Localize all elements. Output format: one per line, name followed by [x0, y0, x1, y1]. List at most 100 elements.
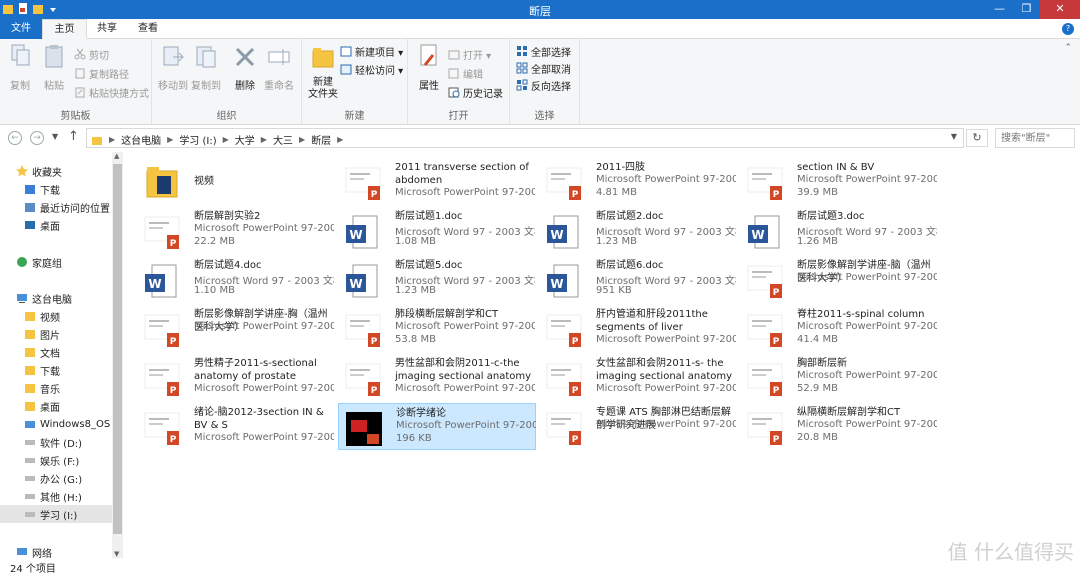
copy-path-icon: [75, 68, 85, 79]
forward-button[interactable]: →: [30, 131, 44, 145]
nav-pictures[interactable]: 图片: [24, 325, 60, 343]
crumb-drive[interactable]: 学习 (I:): [179, 132, 216, 147]
paste-shortcut-button[interactable]: 粘贴快捷方式: [74, 84, 149, 100]
file-item[interactable]: P 胸部断层新Microsoft PowerPoint 97-2003... 52.…: [740, 354, 938, 401]
cut-button[interactable]: 剪切: [74, 46, 109, 62]
nav-favorites[interactable]: 收藏夹: [16, 162, 62, 180]
scroll-up-icon[interactable]: ▲: [114, 152, 119, 160]
tab-home[interactable]: 主页: [42, 19, 87, 39]
copy-to-button[interactable]: 复制到: [190, 43, 222, 92]
new-folder-button[interactable]: 新建 文件夹: [306, 43, 340, 101]
file-item[interactable]: W 断层试题3.doc Microsoft Word 97 - 2003 文档 1.2…: [740, 207, 938, 254]
svg-text:W: W: [148, 277, 161, 291]
delete-button[interactable]: 删除: [230, 43, 260, 92]
crumb-university[interactable]: 大学: [235, 132, 255, 147]
help-icon[interactable]: ?: [1062, 23, 1074, 35]
collapse-ribbon-icon[interactable]: ⌃: [1064, 43, 1072, 53]
nav-drive-d[interactable]: 软件 (D:): [24, 433, 82, 451]
crumb-current[interactable]: 断层: [311, 132, 331, 147]
file-item[interactable]: P 断层解剖实验2Microsoft PowerPoint 97-2003... 2…: [137, 207, 335, 254]
file-item[interactable]: P 男性精子2011-s-sectional anatomy of prostat…: [137, 354, 335, 401]
search-input[interactable]: [995, 128, 1075, 148]
new-item-button[interactable]: 新建项目 ▾: [340, 43, 403, 59]
nav-this-pc[interactable]: 这台电脑: [16, 289, 72, 307]
nav-drive-g[interactable]: 办公 (G:): [24, 469, 82, 487]
file-item[interactable]: P 绪论-脑2012-3section IN & BV & S Microsoft …: [137, 403, 335, 450]
file-item[interactable]: P 脊柱2011-s-spinal column Microsoft PowerPo…: [740, 305, 938, 352]
nav-this-pc-label: 这台电脑: [32, 294, 72, 306]
edit-button[interactable]: 编辑: [448, 65, 483, 81]
history-button[interactable]: 历史记录: [448, 84, 503, 100]
close-button[interactable]: ✕: [1040, 0, 1080, 19]
up-button[interactable]: ↑: [68, 129, 79, 144]
file-item[interactable]: P 肺段横断层解剖学和CTMicrosoft PowerPoint 97-2003…: [338, 305, 536, 352]
nav-downloads[interactable]: 下载: [24, 180, 60, 198]
nav-drive-c[interactable]: Windows8_OS (: [24, 415, 117, 433]
refresh-button[interactable]: ↻: [966, 129, 988, 147]
file-item[interactable]: W 断层试题6.doc Microsoft Word 97 - 2003 文档 951…: [539, 256, 737, 303]
nav-recent-places[interactable]: 最近访问的位置: [24, 198, 110, 216]
maximize-button[interactable]: ❐: [1013, 0, 1040, 19]
minimize-button[interactable]: —: [986, 0, 1013, 19]
nav-drive-c-label: Windows8_OS (: [40, 418, 118, 430]
tab-file[interactable]: 文件: [0, 19, 42, 39]
paste-button[interactable]: 粘贴: [40, 43, 68, 92]
open-button[interactable]: 打开 ▾: [448, 46, 491, 62]
breadcrumb[interactable]: ▶ 这台电脑 ▶ 学习 (I:) ▶ 大学 ▶ 大三 ▶ 断层 ▶ ▼: [86, 128, 964, 148]
select-all-button[interactable]: 全部选择: [516, 43, 571, 59]
move-to-button[interactable]: 移动到: [157, 43, 189, 92]
svg-text:W: W: [349, 228, 362, 242]
file-size: 4.81 MB: [596, 187, 637, 198]
file-item[interactable]: P 断层影像解剖学讲座-脑（温州医科大学） Microsoft PowerPoint…: [740, 256, 938, 303]
powerpoint-file-icon: P: [545, 311, 583, 349]
crumb-this-pc[interactable]: 这台电脑: [121, 132, 161, 147]
nav-drive-g-label: 办公 (G:): [40, 474, 83, 486]
nav-drive-f[interactable]: 娱乐 (F:): [24, 451, 79, 469]
file-item[interactable]: W 断层试题2.doc Microsoft Word 97 - 2003 文档 1.2…: [539, 207, 737, 254]
file-item[interactable]: P 女性盆部和会阴2011-s- the imaging sectional an…: [539, 354, 737, 401]
rename-button[interactable]: 重命名: [262, 43, 296, 92]
tab-view[interactable]: 查看: [128, 19, 168, 39]
file-item[interactable]: W 断层试题4.doc Microsoft Word 97 - 2003 文档 1.1…: [137, 256, 335, 303]
file-size: 196 KB: [396, 433, 432, 444]
nav-music[interactable]: 音乐: [24, 379, 60, 397]
open-group-label: 打开: [448, 111, 469, 122]
invert-selection-button[interactable]: 反向选择: [516, 77, 571, 93]
recent-locations-icon[interactable]: ▼: [52, 132, 58, 141]
nav-drive-i[interactable]: 学习 (I:): [0, 505, 112, 523]
nav-videos[interactable]: 视频: [24, 307, 60, 325]
file-item[interactable]: W 断层试题5.doc Microsoft Word 97 - 2003 文档 1.2…: [338, 256, 536, 303]
file-item[interactable]: P 纵隔横断层解剖学和CTMicrosoft PowerPoint 97-2003…: [740, 403, 938, 450]
tab-share[interactable]: 共享: [88, 19, 126, 39]
nav-drive-h[interactable]: 其他 (H:): [24, 487, 82, 505]
nav-homegroup[interactable]: 家庭组: [16, 253, 62, 271]
file-item[interactable]: P 肝内管道和肝段2011the segments of liver Microso…: [539, 305, 737, 352]
file-item[interactable]: P 男性盆部和会阴2011-c-the jmaging sectional ana…: [338, 354, 536, 401]
nav-scrollbar[interactable]: ▲ ▼: [112, 152, 123, 558]
back-button[interactable]: ←: [8, 131, 22, 145]
crumb-junior-year[interactable]: 大三: [273, 132, 293, 147]
file-item[interactable]: W 断层试题1.doc Microsoft Word 97 - 2003 文档 1.0…: [338, 207, 536, 254]
organize-group-label: 组织: [216, 111, 237, 122]
file-item[interactable]: P 专题课 ATS 胸部淋巴结断层解剖学研究进展 Microsoft PowerPo…: [539, 403, 737, 450]
file-type: Microsoft PowerPoint 97-2003...: [596, 419, 736, 430]
nav-desktop[interactable]: 桌面: [24, 216, 60, 234]
file-item[interactable]: 诊断学绪论Microsoft PowerPoint 97-2003... 196 …: [338, 403, 536, 450]
file-item[interactable]: P 断层影像解剖学讲座-胸（温州医科大学） Microsoft PowerPoint…: [137, 305, 335, 352]
scroll-down-icon[interactable]: ▼: [114, 550, 119, 558]
nav-pc-desktop[interactable]: 桌面: [24, 397, 60, 415]
file-item[interactable]: 视频: [137, 158, 335, 205]
file-item[interactable]: P 2011-四肢Microsoft PowerPoint 97-2003... 4…: [539, 158, 737, 205]
nav-pc-downloads[interactable]: 下载: [24, 361, 60, 379]
easy-access-button[interactable]: 轻松访问 ▾: [340, 61, 403, 77]
copy-button[interactable]: 复制: [6, 43, 34, 92]
address-dropdown-icon[interactable]: ▼: [951, 132, 957, 141]
scrollbar-thumb[interactable]: [113, 164, 122, 534]
folder-icon: [143, 164, 181, 202]
file-item[interactable]: P 2011 transverse section of abdomen Micro…: [338, 158, 536, 205]
copy-path-button[interactable]: 复制路径: [74, 65, 129, 81]
select-none-button[interactable]: 全部取消: [516, 60, 571, 76]
nav-documents[interactable]: 文档: [24, 343, 60, 361]
file-item[interactable]: Psection IN & BV Microsoft PowerPoint 97-…: [740, 158, 938, 205]
properties-button[interactable]: 属性: [414, 43, 444, 92]
